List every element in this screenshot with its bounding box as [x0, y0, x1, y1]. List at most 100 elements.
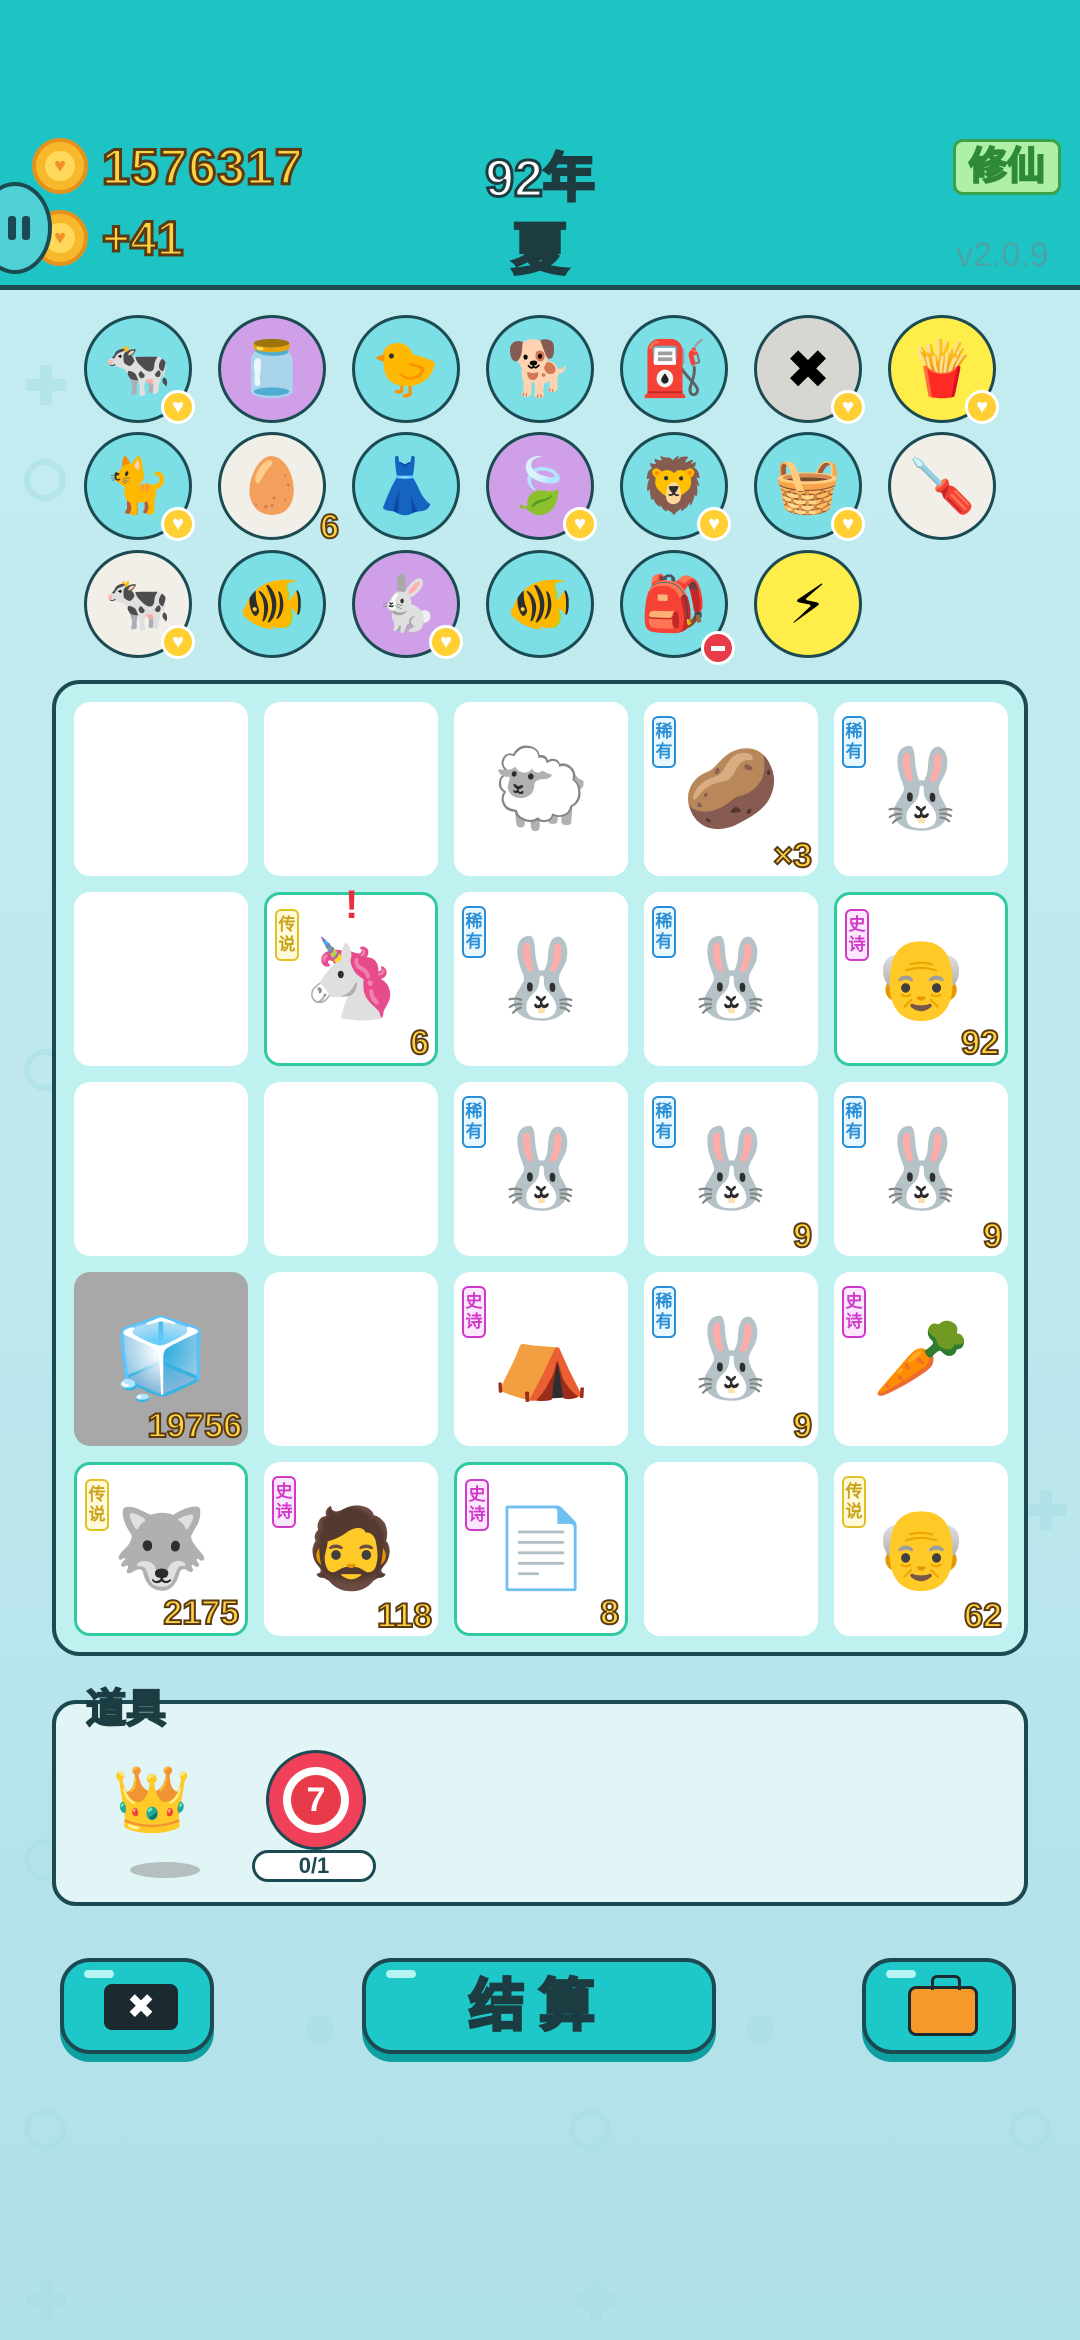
inventory-item-fries[interactable]: 🍟 ♥ — [888, 315, 999, 424]
inventory-item-sack[interactable]: 🎒 — [620, 550, 735, 665]
slot-unicorn[interactable]: 🦄 传说 6! — [264, 883, 438, 1066]
slot-rabbit[interactable]: 🐰 稀有 9 — [644, 1272, 818, 1446]
slot-value: 19756 — [146, 1406, 243, 1446]
backpack-button[interactable] — [862, 1958, 1016, 2054]
rarity-badge: 稀有 — [652, 1286, 676, 1338]
slot-husky[interactable]: 🐺 传说 2175 — [74, 1462, 248, 1636]
dog-icon: 🐕 — [506, 338, 574, 399]
inventory-item-skirt[interactable]: 👗 — [352, 432, 460, 540]
inventory-item-fish-bowl[interactable]: 🐠 — [486, 550, 594, 658]
empty-slot[interactable] — [74, 702, 248, 876]
target-icon[interactable]: 7 — [266, 1750, 366, 1850]
inventory-item-leaf[interactable]: 🍃 ♥ — [486, 432, 597, 541]
lightning-icon: ⚡ — [789, 574, 827, 635]
rarity-badge: 稀有 — [652, 906, 676, 958]
inventory-item-screwdriver[interactable]: 🪛 — [888, 432, 996, 540]
slot-rabbit[interactable]: 🐰 稀有 9 — [834, 1082, 1008, 1256]
inventory-item-cows[interactable]: 🐄 ♥ — [84, 315, 195, 424]
empty-slot[interactable] — [264, 702, 438, 876]
slot-value: 9 — [982, 1216, 1003, 1256]
chick-icon: 🐤 — [372, 338, 440, 399]
inventory-item-chick[interactable]: 🐤 — [352, 315, 460, 423]
rarity-badge: 史诗 — [465, 1479, 489, 1531]
slot-carrot[interactable]: 🥕 史诗 — [834, 1272, 1008, 1446]
rarity-badge: 传说 — [85, 1479, 109, 1531]
empty-slot[interactable] — [74, 892, 248, 1066]
slot-value: 92 — [960, 1023, 1000, 1063]
settle-button[interactable]: 结算 — [362, 1958, 716, 2054]
minus-badge-icon[interactable] — [701, 631, 735, 665]
props-panel — [52, 1700, 1028, 1906]
slot-value: 2175 — [162, 1593, 240, 1633]
remove-button[interactable]: ✖ — [60, 1958, 214, 2054]
crown-icon[interactable]: 👑 — [112, 1762, 192, 1837]
slot-board: 🐑 🥔 稀有 ×3 🐰 稀有 🦄 传说 6! 🐰 稀有 🐰 稀有 👴 史诗 92 🐰 稀有 🐰 稀有 9 🐰 稀有 9 🧊 197… — [52, 680, 1028, 1656]
inventory-item-rabbit[interactable]: 🐇 ♥ — [352, 550, 463, 659]
slot-potato[interactable]: 🥔 稀有 ×3 — [644, 702, 818, 876]
empty-slot[interactable] — [644, 1462, 818, 1636]
button-shine — [84, 1970, 114, 1978]
cows-icon: 🐄 — [104, 573, 172, 634]
inventory-item-jar[interactable]: 🫙 — [218, 315, 326, 423]
slot-programmer[interactable]: 🧔 史诗 118 — [264, 1462, 438, 1636]
heart-badge-icon: ♥ — [563, 507, 597, 541]
empty-slot[interactable] — [264, 1082, 438, 1256]
settle-label: 结算 — [468, 1973, 609, 2039]
fish-bowl-icon: 🐠 — [506, 573, 574, 634]
rarity-badge: 史诗 — [842, 1286, 866, 1338]
inventory-item-cat[interactable]: 🐈 ♥ — [84, 432, 195, 541]
target-usage: 0/1 — [252, 1850, 376, 1882]
slot-value: 6 — [409, 1023, 430, 1063]
inventory-item-lion[interactable]: 🦁 ♥ — [620, 432, 731, 541]
slot-value: 118 — [376, 1596, 433, 1636]
inventory-item-delete[interactable]: ✖ ♥ — [754, 315, 865, 424]
rarity-badge: 史诗 — [845, 909, 869, 961]
empty-slot[interactable] — [264, 1272, 438, 1446]
pump-icon: ⛽ — [640, 338, 708, 399]
delete-icon: ✖ — [785, 339, 831, 400]
slot-rabbit-house[interactable]: ⛺ 史诗 — [454, 1272, 628, 1446]
empty-slot[interactable] — [74, 1082, 248, 1256]
heart-badge-icon: ♥ — [697, 507, 731, 541]
inventory-item-egg-tray[interactable]: 🥚 6 — [218, 432, 340, 547]
inventory-item-pump[interactable]: ⛽ — [620, 315, 728, 423]
slot-rabbit[interactable]: 🐰 稀有 9 — [644, 1082, 818, 1256]
sack-icon: 🎒 — [640, 573, 708, 634]
lion-icon: 🦁 — [640, 455, 708, 516]
fruit-basket-icon: 🧺 — [774, 455, 842, 516]
rarity-badge: 稀有 — [842, 716, 866, 768]
top-bar: ♥ 1576317 ♥ +41 92年 夏 修仙 v2.0.9 — [0, 0, 1080, 290]
heart-badge-icon: ♥ — [965, 390, 999, 424]
rabbit-icon: 🐇 — [372, 573, 440, 634]
slot-value: 9 — [792, 1216, 813, 1256]
slot-rabbit[interactable]: 🐰 稀有 — [834, 702, 1008, 876]
egg-tray-icon: 🥚 — [238, 455, 306, 516]
slot-old-man[interactable]: 👴 传说 62 — [834, 1462, 1008, 1636]
slot-sheep[interactable]: 🐑 — [454, 702, 628, 876]
slot-rabbit[interactable]: 🐰 稀有 — [454, 1082, 628, 1256]
inventory-item-cows[interactable]: 🐄 ♥ — [84, 550, 195, 659]
rarity-badge: 传说 — [275, 909, 299, 961]
rarity-badge: 史诗 — [272, 1476, 296, 1528]
inventory-item-fish-bowl[interactable]: 🐠 — [218, 550, 326, 658]
slot-fridge[interactable]: 🧊 19756 — [74, 1272, 248, 1446]
slot-value: 9 — [792, 1406, 813, 1446]
inventory-item-dog[interactable]: 🐕 — [486, 315, 594, 423]
version-label: v2.0.9 — [956, 236, 1049, 274]
coin-income: +41 — [100, 212, 184, 268]
alert-icon: ! — [345, 883, 359, 927]
remove-icon: ✖ — [104, 1984, 178, 2030]
heart-badge-icon: ♥ — [161, 507, 195, 541]
slot-rabbit[interactable]: 🐰 稀有 — [454, 892, 628, 1066]
inventory-item-lightning[interactable]: ⚡ — [754, 550, 862, 658]
inventory-item-fruit-basket[interactable]: 🧺 ♥ — [754, 432, 865, 541]
item-count: 6 — [319, 507, 340, 547]
slot-value: 8 — [599, 1593, 620, 1633]
season-label: 夏 — [511, 217, 570, 283]
xiuxian-button[interactable]: 修仙 — [953, 139, 1061, 195]
slot-rabbit[interactable]: 🐰 稀有 — [644, 892, 818, 1066]
slot-farmer[interactable]: 👴 史诗 92 — [834, 892, 1008, 1066]
slot-ctrl-cv[interactable]: 📄 史诗 8 — [454, 1462, 628, 1636]
rarity-badge: 稀有 — [652, 1096, 676, 1148]
fries-icon: 🍟 — [908, 338, 976, 399]
